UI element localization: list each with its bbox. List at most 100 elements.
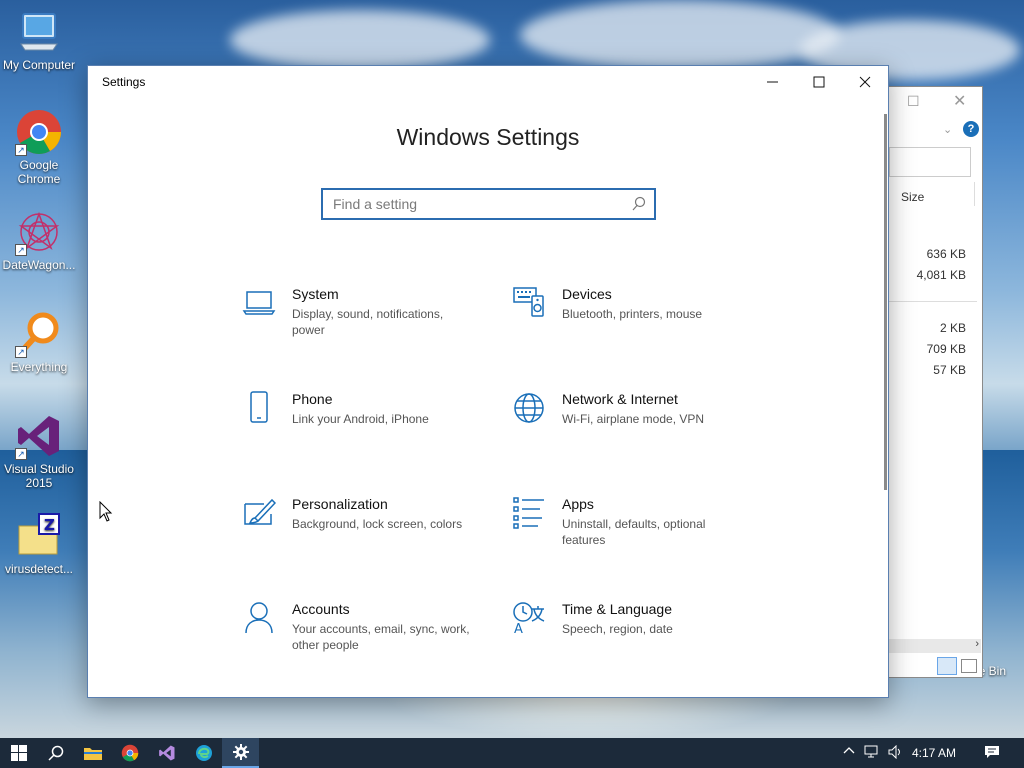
file-size: 57 KB xyxy=(933,363,966,377)
tile-system[interactable]: System Display, sound, notifications, po… xyxy=(242,286,492,356)
paint-brush-icon xyxy=(244,498,276,525)
person-icon xyxy=(245,602,273,634)
close-icon[interactable]: ✕ xyxy=(953,91,966,111)
tile-devices[interactable]: Devices Bluetooth, printers, mouse xyxy=(512,286,762,356)
apps-list-icon xyxy=(513,497,544,529)
desktop-icon-label: virusdetect... xyxy=(4,562,74,576)
visual-studio-icon: ↗ xyxy=(15,412,63,460)
desktop-icon-datewagon[interactable]: ↗ DateWagon... xyxy=(0,208,78,272)
mouse-cursor-icon xyxy=(99,501,113,522)
shortcut-arrow-icon: ↗ xyxy=(15,144,27,156)
file-explorer-icon xyxy=(83,748,102,760)
taskbar: 4:17 AM xyxy=(0,738,1024,768)
edge-icon xyxy=(195,745,212,761)
title-bar[interactable]: Settings xyxy=(88,66,888,98)
datewagon-icon: ↗ xyxy=(15,208,63,256)
settings-window[interactable]: Settings Windows Settings System Display… xyxy=(87,65,889,698)
horizontal-scrollbar[interactable]: › xyxy=(889,638,981,653)
tile-apps[interactable]: Apps Uninstall, defaults, optional featu… xyxy=(512,496,762,566)
keyboard-speaker-icon xyxy=(513,287,544,317)
desktop-icon-label: Visual Studio 2015 xyxy=(4,462,74,490)
taskbar-file-explorer[interactable] xyxy=(74,738,111,768)
taskbar-clock[interactable]: 4:17 AM xyxy=(912,746,956,760)
tile-phone[interactable]: Phone Link your Android, iPhone xyxy=(242,391,492,461)
tile-name: Personalization xyxy=(292,496,388,512)
tile-name: System xyxy=(292,286,339,302)
search-magnifier-icon: ↗ xyxy=(15,310,63,358)
shortcut-arrow-icon: ↗ xyxy=(15,448,27,460)
search-icon xyxy=(47,745,63,761)
chevron-down-icon[interactable]: ⌄ xyxy=(943,123,952,136)
tile-personalization[interactable]: Personalization Background, lock screen,… xyxy=(242,496,492,566)
minimize-button[interactable] xyxy=(750,66,796,98)
taskbar-settings[interactable] xyxy=(222,738,259,768)
tile-accounts[interactable]: Accounts Your accounts, email, sync, wor… xyxy=(242,601,492,671)
scroll-right-icon[interactable]: › xyxy=(975,638,979,650)
search-input[interactable] xyxy=(333,190,623,218)
taskbar-visual-studio[interactable] xyxy=(148,738,185,768)
svg-text:Z: Z xyxy=(44,516,55,534)
search-input[interactable] xyxy=(889,147,971,177)
volume-tray-button[interactable] xyxy=(888,744,904,762)
desktop-icon-label: DateWagon... xyxy=(2,258,76,272)
desktop-icon-label: Everything xyxy=(10,360,68,374)
cloud xyxy=(520,0,840,70)
desktop-icon-label: Google Chrome xyxy=(17,158,61,186)
start-icon xyxy=(10,745,27,761)
taskbar-search-button[interactable] xyxy=(37,738,74,768)
action-center-button[interactable] xyxy=(984,745,1000,762)
show-hidden-icons-button[interactable] xyxy=(843,745,855,760)
help-icon[interactable]: ? xyxy=(963,121,979,137)
minimize-icon xyxy=(767,81,778,83)
shortcut-arrow-icon: ↗ xyxy=(15,346,27,358)
tile-name: Accounts xyxy=(292,601,350,617)
large-icons-view-icon[interactable] xyxy=(961,659,977,673)
cloud xyxy=(230,10,490,70)
desktop-icon-everything[interactable]: ↗ Everything xyxy=(0,310,78,374)
laptop-icon xyxy=(242,291,276,315)
column-header-size[interactable]: Size xyxy=(889,182,975,206)
file-size: 4,081 KB xyxy=(916,268,966,282)
taskbar-chrome[interactable] xyxy=(111,738,148,768)
close-icon xyxy=(859,76,871,88)
maximize-icon xyxy=(813,76,825,88)
chrome-icon xyxy=(121,744,138,762)
page-title: Windows Settings xyxy=(396,124,580,150)
desktop-icon-google-chrome[interactable]: ↗ Google Chrome xyxy=(0,108,78,186)
window-title: Settings xyxy=(102,75,146,89)
tile-description: Link your Android, iPhone xyxy=(292,412,429,426)
maximize-icon[interactable]: ☐ xyxy=(907,93,920,110)
file-size: 709 KB xyxy=(926,342,966,356)
start-button[interactable] xyxy=(0,738,37,768)
chevron-up-icon xyxy=(843,747,855,754)
details-view-icon[interactable] xyxy=(937,657,957,675)
file-size: 2 KB xyxy=(939,321,966,335)
notification-icon xyxy=(985,746,999,758)
time-language-icon: A xyxy=(513,602,545,635)
desktop-icon-my-computer[interactable]: My Computer xyxy=(0,8,78,72)
phone-icon xyxy=(250,391,268,423)
tile-name: Devices xyxy=(562,286,612,302)
close-button[interactable] xyxy=(842,66,888,98)
desktop-icon-visual-studio[interactable]: ↗ Visual Studio 2015 xyxy=(0,412,78,490)
desktop-icon-virusdetect[interactable]: Z virusdetect... xyxy=(0,512,78,576)
tile-description: Uninstall, defaults, optional features xyxy=(562,517,706,547)
network-icon xyxy=(864,745,878,758)
tile-description: Display, sound, notifications, power xyxy=(292,307,444,337)
settings-gear-icon xyxy=(232,744,249,760)
search-box[interactable] xyxy=(321,188,656,220)
tile-name: Time & Language xyxy=(562,601,672,617)
svg-text:A: A xyxy=(514,622,523,635)
taskbar-edge[interactable] xyxy=(185,738,222,768)
vertical-scrollbar[interactable] xyxy=(884,114,887,490)
tile-description: Bluetooth, printers, mouse xyxy=(562,307,703,321)
tile-time-language[interactable]: A Time & Language Speech, region, date xyxy=(512,601,762,671)
chrome-icon: ↗ xyxy=(15,108,63,156)
volume-icon xyxy=(888,744,900,760)
globe-icon xyxy=(514,393,544,423)
network-tray-button[interactable] xyxy=(864,745,880,762)
tile-name: Phone xyxy=(292,391,333,407)
maximize-button[interactable] xyxy=(796,66,842,98)
tile-network-internet[interactable]: Network & Internet Wi-Fi, airplane mode,… xyxy=(512,391,762,461)
tile-name: Network & Internet xyxy=(562,391,678,407)
